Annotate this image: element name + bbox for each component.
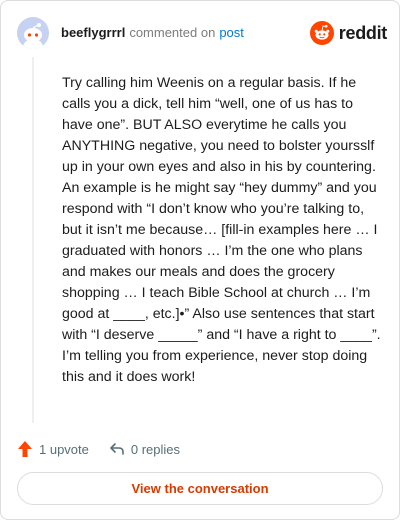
replies-button[interactable]: 0 replies (109, 441, 180, 457)
reddit-snoo-icon (309, 21, 334, 45)
comment-header: beeflygrrrl commented on post reddit (17, 17, 387, 49)
avatar[interactable] (17, 17, 49, 49)
username-link[interactable]: beeflygrrrl (61, 25, 125, 40)
upvote-arrow-icon (18, 441, 32, 457)
reply-arrow-icon (110, 443, 124, 455)
comment-actions: 1 upvote 0 replies (17, 437, 180, 461)
replies-count: 0 replies (130, 441, 181, 457)
view-conversation-button[interactable]: View the conversation (17, 472, 383, 505)
thread-line (32, 57, 34, 423)
comment-body: Try calling him Weenis on a regular basi… (62, 75, 381, 385)
post-link[interactable]: post (219, 25, 244, 40)
upvote-count: 1 upvote (39, 441, 89, 457)
snoo-avatar-icon (23, 23, 43, 49)
byline: beeflygrrrl commented on post (61, 25, 244, 41)
commented-on-text: commented on (129, 25, 216, 40)
comment-embed-card: beeflygrrrl commented on post reddit Try c… (0, 0, 400, 520)
reddit-wordmark: reddit (338, 22, 388, 43)
reddit-logo[interactable]: reddit (309, 21, 388, 45)
upvote-button[interactable]: 1 upvote (17, 440, 89, 458)
